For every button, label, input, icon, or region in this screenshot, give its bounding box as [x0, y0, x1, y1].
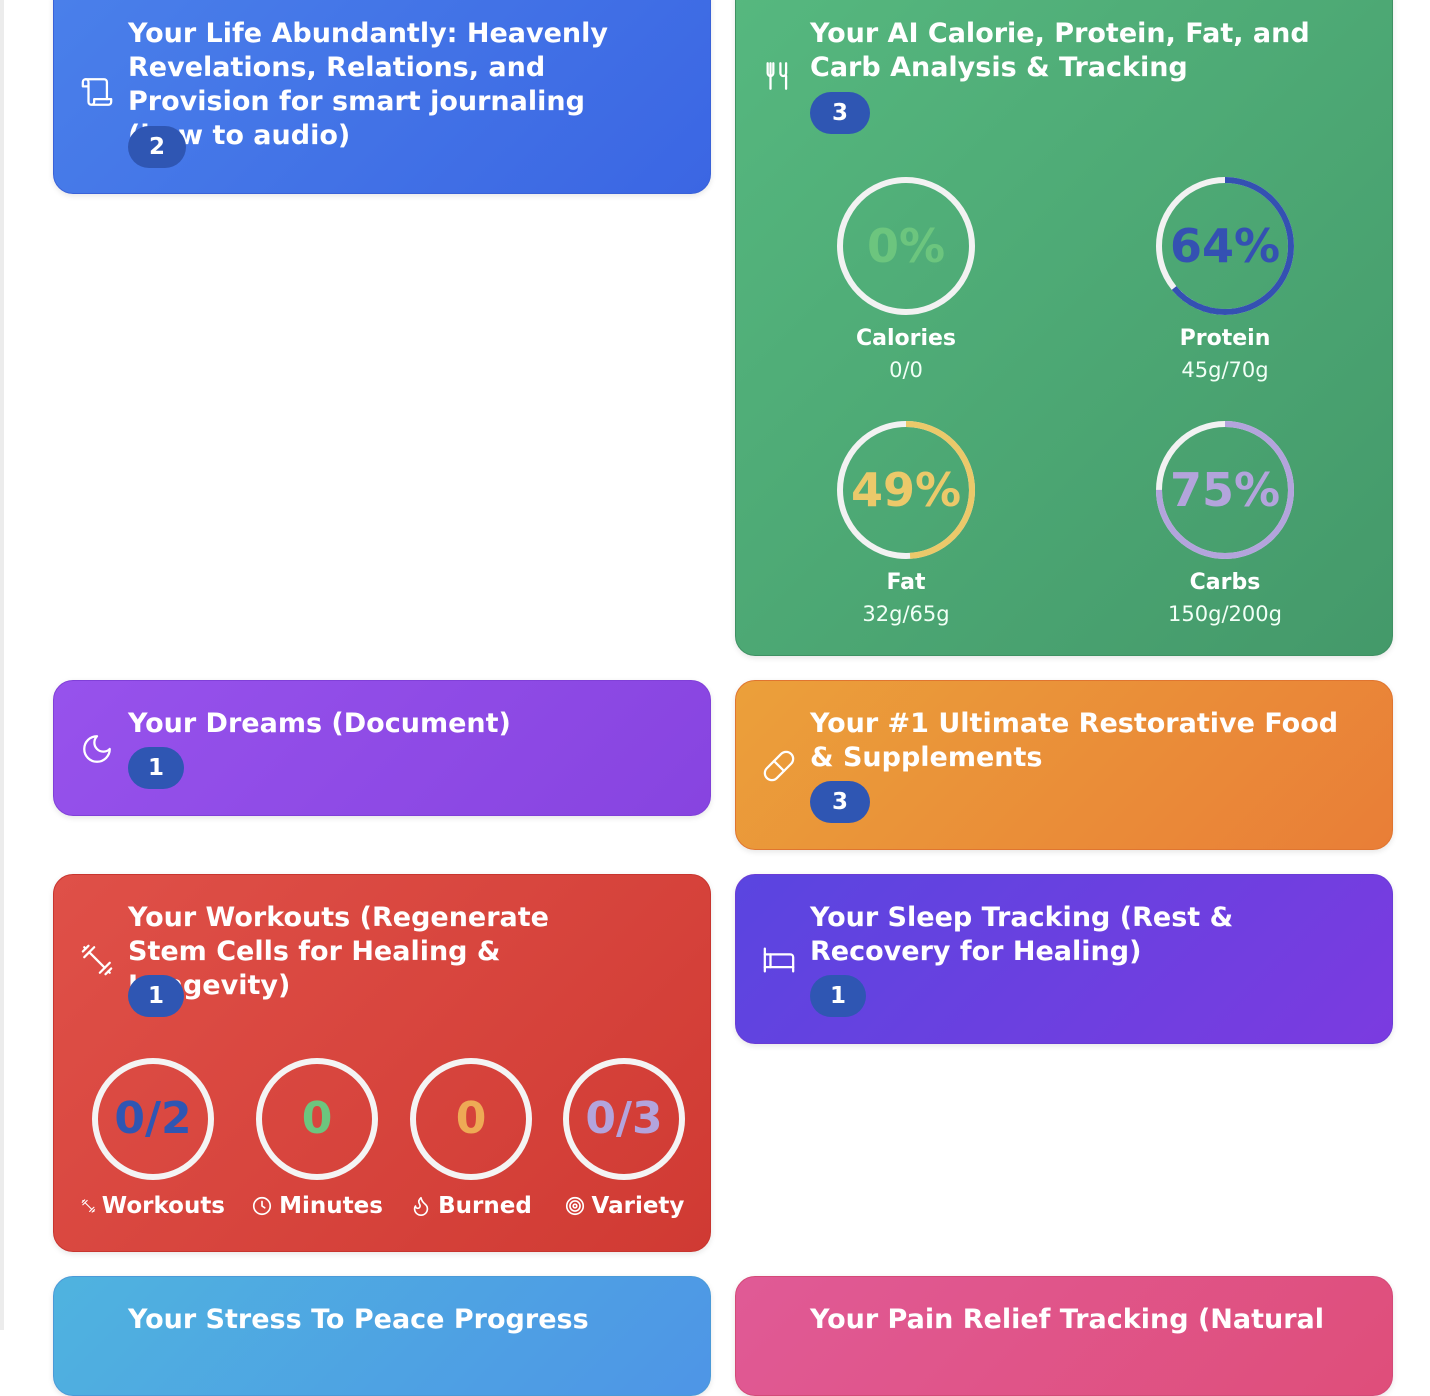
macro-ring-calories: 0%: [831, 171, 981, 321]
workout-stat-label-text: Variety: [591, 1193, 685, 1219]
flame-icon: [413, 1196, 429, 1216]
workout-stat-value: 0/2: [114, 1093, 192, 1144]
journal-card[interactable]: Your Life Abundantly: Heavenly Revelatio…: [53, 0, 711, 194]
macro-value: 32g/65g: [862, 602, 950, 626]
card-title: Your Workouts (Regenerate Stem Cells for…: [128, 902, 549, 1001]
stress-card[interactable]: Your Stress To Peace Progress: [53, 1276, 711, 1396]
workout-stat-label-text: Burned: [438, 1193, 532, 1219]
workout-stat-value: 0: [301, 1093, 333, 1144]
workout-stat-value: 0: [455, 1093, 487, 1144]
workout-circle-variety: 0/3: [562, 1057, 686, 1181]
card-title: Your Stress To Peace Progress: [128, 1304, 589, 1335]
scroll-icon: [80, 75, 114, 109]
dreams-card[interactable]: Your Dreams (Document) 1: [53, 680, 711, 816]
macro-value: 150g/200g: [1168, 602, 1282, 626]
ring-percent: 49%: [850, 463, 962, 517]
workout-stat-label: Variety: [552, 1193, 696, 1219]
workout-stat-label: Minutes: [245, 1193, 389, 1219]
count-badge: 3: [810, 781, 870, 823]
macro-label: Protein: [1179, 326, 1271, 351]
sleep-card[interactable]: Your Sleep Tracking (Rest & Recovery for…: [735, 874, 1393, 1044]
ring-percent: 75%: [1169, 463, 1281, 517]
macro-value: 0/0: [889, 358, 923, 382]
card-title: Your Dreams (Document): [128, 708, 511, 739]
dumbbell-icon: [81, 1199, 96, 1213]
macro-label: Calories: [855, 326, 957, 351]
macro-label: Fat: [886, 570, 926, 595]
target-icon: [565, 1196, 584, 1216]
moon-icon: [80, 732, 114, 766]
nutrition-card[interactable]: Your AI Calorie, Protein, Fat, and Carb …: [735, 0, 1393, 656]
macro-ring-protein: 64%: [1150, 171, 1300, 321]
dumbbell-icon: [80, 943, 114, 977]
workout-stat-label: Burned: [399, 1193, 543, 1219]
clock-icon: [253, 1196, 272, 1216]
card-title: Your #1 Ultimate Restorative Food & Supp…: [810, 708, 1339, 773]
count-badge: 3: [810, 92, 870, 134]
pill-icon: [762, 749, 796, 783]
workout-stat-label-text: Minutes: [279, 1193, 383, 1219]
count-badge: 1: [128, 975, 184, 1017]
ring-percent: 0%: [866, 219, 946, 273]
supplements-card[interactable]: Your #1 Ultimate Restorative Food & Supp…: [735, 680, 1393, 850]
workout-circle-burned: 0: [409, 1057, 533, 1181]
count-badge: 2: [128, 126, 186, 168]
card-title: Your Sleep Tracking (Rest & Recovery for…: [810, 902, 1234, 967]
workouts-card[interactable]: Your Workouts (Regenerate Stem Cells for…: [53, 874, 711, 1252]
ring-percent: 64%: [1169, 219, 1281, 273]
macro-ring-fat: 49%: [831, 415, 981, 565]
macro-value: 45g/70g: [1181, 358, 1269, 382]
pain-card[interactable]: Your Pain Relief Tracking (Natural: [735, 1276, 1393, 1396]
card-title: Your AI Calorie, Protein, Fat, and Carb …: [810, 18, 1310, 83]
macro-label: Carbs: [1189, 570, 1261, 595]
count-badge: 1: [128, 747, 184, 789]
card-title: Your Pain Relief Tracking (Natural: [810, 1304, 1325, 1335]
fork-knife-icon: [762, 59, 796, 93]
workout-stat-value: 0/3: [585, 1093, 663, 1144]
count-badge: 1: [810, 975, 866, 1017]
left-border: [0, 0, 4, 1330]
workout-stat-label: Workouts: [81, 1193, 225, 1219]
card-title: Your Life Abundantly: Heavenly Revelatio…: [128, 18, 608, 151]
bed-icon: [762, 943, 796, 977]
workout-circle-minutes: 0: [255, 1057, 379, 1181]
macro-ring-carbs: 75%: [1150, 415, 1300, 565]
workout-stat-label-text: Workouts: [101, 1193, 225, 1219]
workout-circle-workouts: 0/2: [91, 1057, 215, 1181]
